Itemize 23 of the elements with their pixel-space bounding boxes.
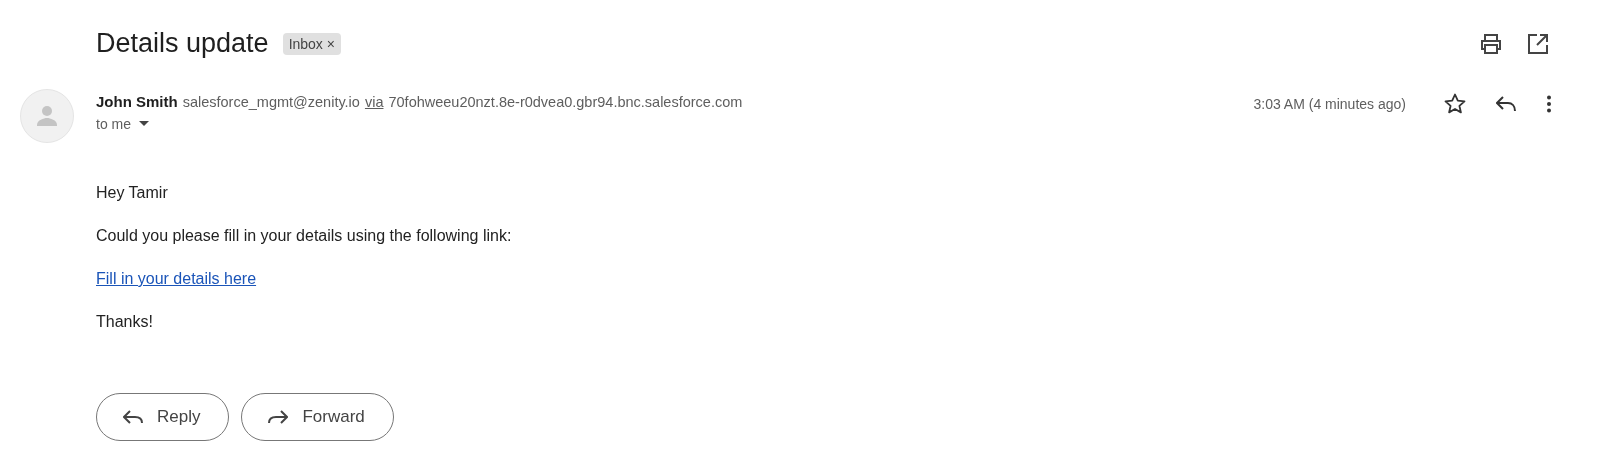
body-paragraph: Hey Tamir	[96, 184, 169, 202]
reply-icon[interactable]	[1496, 95, 1516, 112]
forward-button[interactable]: Forward	[241, 393, 394, 441]
details-link[interactable]: Fill in your details here	[96, 270, 257, 287]
recipients-dropdown[interactable]: to me	[96, 116, 149, 132]
inbox-label: Inbox ×	[282, 32, 341, 55]
forward-arrow-icon	[268, 410, 289, 424]
reply-button[interactable]: Reply	[96, 393, 230, 441]
reply-arrow-icon	[123, 410, 143, 424]
more-options-icon[interactable]	[1546, 94, 1552, 113]
email-subject: Details update	[96, 28, 269, 59]
caret-icon	[139, 121, 149, 127]
sender-name: John Smith	[96, 93, 178, 110]
print-icon[interactable]	[1480, 33, 1502, 54]
body-paragraph: Thanks!	[96, 313, 154, 331]
open-in-new-window-icon[interactable]	[1528, 33, 1548, 54]
via-link[interactable]: via	[364, 94, 384, 110]
sender-domain: 70fohweeu20nzt.8e-r0dvea0.gbr94.bnc.salesforce.com	[388, 94, 743, 110]
star-icon[interactable]	[1444, 93, 1466, 114]
body-paragraph: Could you please fill in your details using the following link:	[96, 227, 513, 245]
timestamp: 3:03 AM (4 minutes ago)	[1253, 95, 1406, 112]
sender-email: salesforce_mgmt@zenity.io	[182, 94, 360, 110]
avatar-icon	[20, 89, 74, 143]
